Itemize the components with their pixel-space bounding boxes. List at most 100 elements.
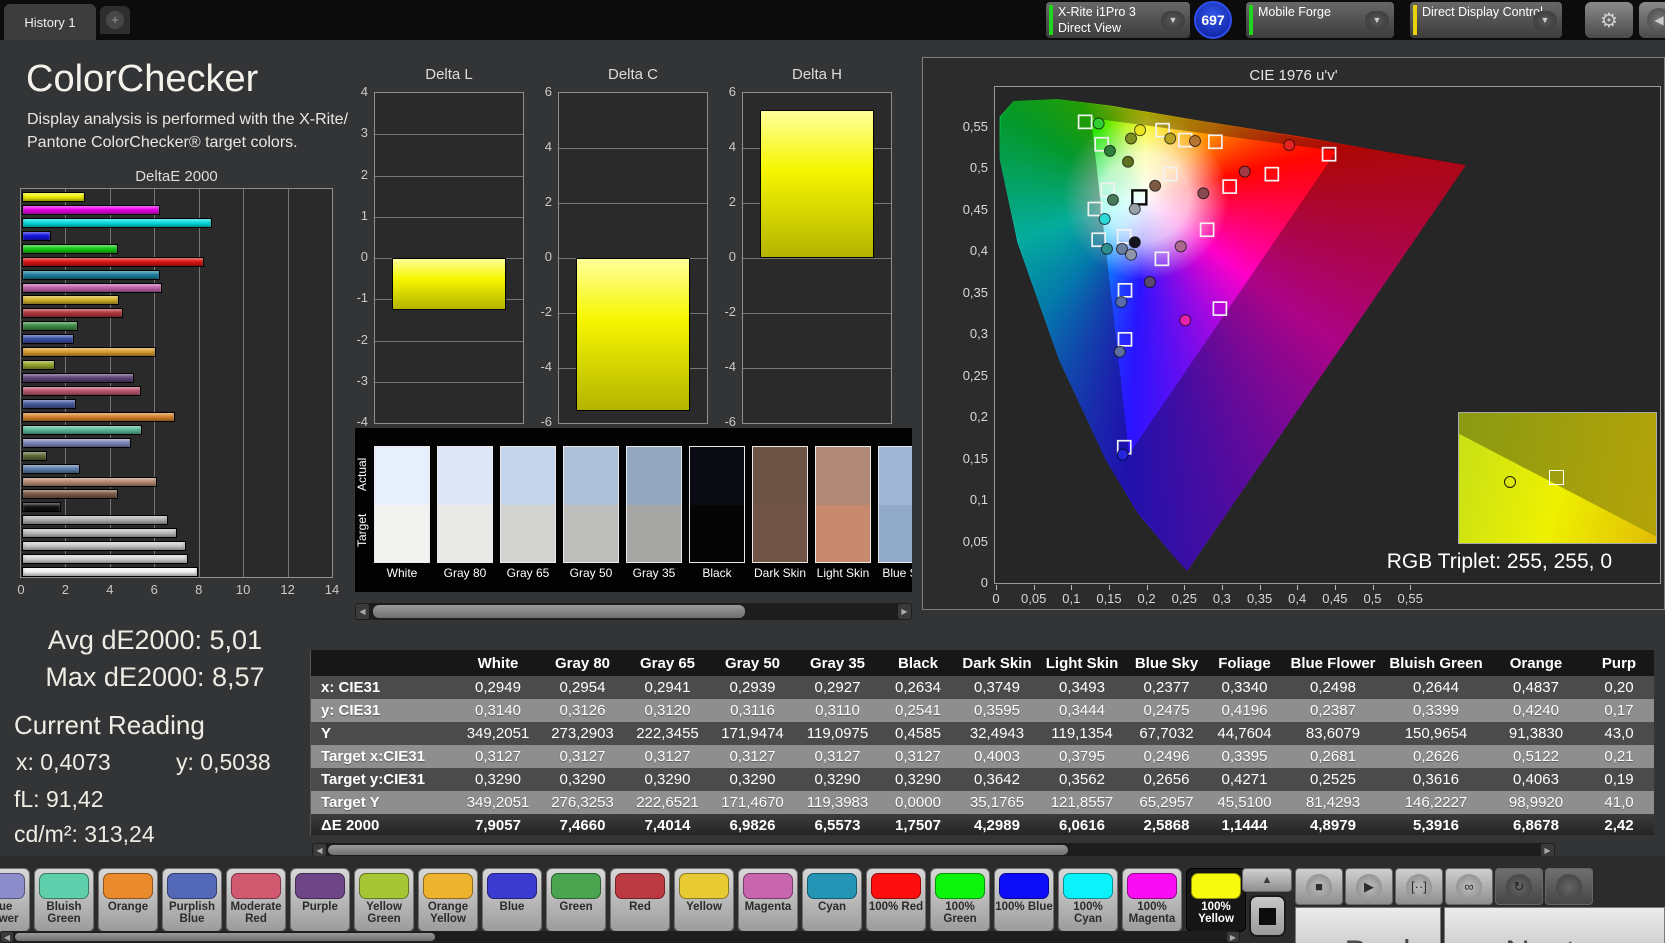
scroll-left-icon[interactable]: ◀ <box>1 932 13 942</box>
table-cell: 0,2475 <box>1126 699 1207 722</box>
table-cell: 1,1444 <box>1207 814 1282 835</box>
patch-button-magenta[interactable]: Magenta <box>738 868 798 932</box>
cie-target-square <box>1164 168 1177 181</box>
refresh-button[interactable]: ↻ <box>1495 868 1543 905</box>
swatch-name: Gray 80 <box>437 566 493 580</box>
table-cell: 119,3983 <box>795 791 880 814</box>
collapse-panel-button[interactable]: ◀ <box>1639 2 1665 38</box>
patch-button-purple[interactable]: Purple <box>290 868 350 932</box>
table-cell: 35,1765 <box>956 791 1038 814</box>
stop-icon: ■ <box>1306 874 1332 900</box>
patch-button-100-yellow[interactable]: 100% Yellow <box>1186 868 1246 932</box>
cie-plot: RGB Triplet: 255, 255, 0 <box>994 86 1661 584</box>
source-dropdown[interactable]: Mobile Forge ▼ <box>1246 2 1394 38</box>
patch-button-bluish-green[interactable]: Bluish Green <box>34 868 94 932</box>
cie-y-tick: 0,4 <box>950 243 988 258</box>
patch-button-blue[interactable]: Blue <box>482 868 542 932</box>
display-window-button[interactable] <box>1249 895 1286 937</box>
patch-button-100-red[interactable]: 100% Red <box>866 868 926 932</box>
luminance-badge[interactable]: 697 <box>1194 1 1232 39</box>
patch-button-yellow-green[interactable]: Yellow Green <box>354 868 414 932</box>
probe-dropdown[interactable]: X-Rite i1Pro 3 Direct View ▼ <box>1046 2 1190 38</box>
play-button[interactable]: ▶ <box>1345 868 1393 905</box>
patch-scrollbar-thumb[interactable] <box>15 933 435 941</box>
scroll-right-icon[interactable]: ▶ <box>1227 932 1239 942</box>
scroll-right-icon[interactable]: ▶ <box>898 604 911 619</box>
loop-button[interactable]: ∞ <box>1445 868 1493 905</box>
back-button[interactable]: « Back <box>1295 907 1441 943</box>
patch-button-red[interactable]: Red <box>610 868 670 932</box>
next-button[interactable]: Next » <box>1444 907 1665 943</box>
swatch-column: Gray 50 <box>563 446 619 580</box>
patch-button-purplish-blue[interactable]: Purplish Blue <box>162 868 222 932</box>
cie-zoom-inset <box>1458 412 1657 544</box>
cie-diagram-panel: CIE 1976 u'v' RGB Triplet: 255, 255, 0 0… <box>922 57 1665 610</box>
cie-y-tick: 0,55 <box>950 119 988 134</box>
cie-measured-point <box>1135 125 1146 136</box>
cie-measured-point <box>1144 277 1155 288</box>
cie-x-tickmark <box>1034 585 1035 590</box>
cie-target-square <box>1213 302 1226 315</box>
patch-button-moderate-red[interactable]: Moderate Red <box>226 868 286 932</box>
settings-button[interactable]: ⚙ <box>1585 2 1633 38</box>
patch-button-yellow[interactable]: Yellow <box>674 868 734 932</box>
chevron-down-icon[interactable]: ▼ <box>1365 11 1389 30</box>
probe-line2: Direct View <box>1058 21 1121 35</box>
table-row: Target x:CIE310,31270,31270,31270,31270,… <box>311 745 1654 768</box>
collapse-strip-button[interactable]: ▲ <box>1242 868 1292 892</box>
table-cell: 44,7604 <box>1207 722 1282 745</box>
table-column-header: Black <box>880 650 956 676</box>
cie-x-tickmark <box>1373 585 1374 590</box>
swatch-box <box>563 446 619 563</box>
deltae-bar <box>22 192 85 202</box>
add-tab-button[interactable]: + <box>100 6 130 34</box>
table-cell: 119,0975 <box>795 722 880 745</box>
cie-x-tickmark <box>1410 585 1411 590</box>
swatch-scrollbar-thumb[interactable] <box>373 605 745 618</box>
scroll-left-icon[interactable]: ◀ <box>356 604 369 619</box>
table-cell: 0,3126 <box>540 699 625 722</box>
table-cell: 1,7507 <box>880 814 956 835</box>
table-cell: 0,2634 <box>880 676 956 699</box>
deltae-bar <box>22 502 61 512</box>
patch-button-100-magenta[interactable]: 100% Magenta <box>1122 868 1182 932</box>
delta-gridline <box>375 382 523 383</box>
patch-button-cyan[interactable]: Cyan <box>802 868 862 932</box>
patch-button-100-green[interactable]: 100% Green <box>930 868 990 932</box>
scroll-left-icon[interactable]: ◀ <box>313 844 326 856</box>
swatch-actual <box>690 447 744 505</box>
table-scrollbar-thumb[interactable] <box>328 845 1068 855</box>
swatch-column: Gray 65 <box>500 446 556 580</box>
refresh-icon: ↻ <box>1506 874 1532 900</box>
table-cell: 0,3127 <box>795 745 880 768</box>
patch-button-100-cyan[interactable]: 100% Cyan <box>1058 868 1118 932</box>
stop-button[interactable]: ■ <box>1295 868 1343 905</box>
table-cell: 4,8979 <box>1282 814 1384 835</box>
control-dropdown[interactable]: Direct Display Control ▼ <box>1410 2 1562 38</box>
table-cell: 0,2496 <box>1126 745 1207 768</box>
patch-color-chip <box>679 873 729 899</box>
patch-button-green[interactable]: Green <box>546 868 606 932</box>
table-cell: 121,8557 <box>1038 791 1126 814</box>
chevron-down-icon[interactable]: ▼ <box>1533 11 1557 30</box>
table-cell: 0,3749 <box>956 676 1038 699</box>
tab-history-1[interactable]: History 1 <box>4 4 96 40</box>
deltae-x-axis: 02468101214 <box>20 582 333 598</box>
cie-measured-point <box>1129 204 1140 215</box>
extra-button[interactable] <box>1545 868 1593 905</box>
table-cell: 0,3290 <box>795 768 880 791</box>
table-cell: 0,3399 <box>1384 699 1488 722</box>
patch-button-orange[interactable]: Orange <box>98 868 158 932</box>
delta-h-title: Delta H <box>742 66 892 83</box>
table-cell: 273,2903 <box>540 722 625 745</box>
patch-button-orange-yellow[interactable]: Orange Yellow <box>418 868 478 932</box>
table-cell: 0,2541 <box>880 699 956 722</box>
patch-button-100-blue[interactable]: 100% Blue <box>994 868 1054 932</box>
patch-button-blue-flower[interactable]: Blue Flower <box>0 868 30 932</box>
scroll-right-icon[interactable]: ▶ <box>1541 844 1554 856</box>
marker-button[interactable]: [··] <box>1395 868 1443 905</box>
patch-color-chip <box>551 873 601 899</box>
chevron-down-icon[interactable]: ▼ <box>1161 11 1185 30</box>
table-row: y: CIE310,31400,31260,31200,31160,31100,… <box>311 699 1654 722</box>
deltae-bar <box>22 283 162 293</box>
